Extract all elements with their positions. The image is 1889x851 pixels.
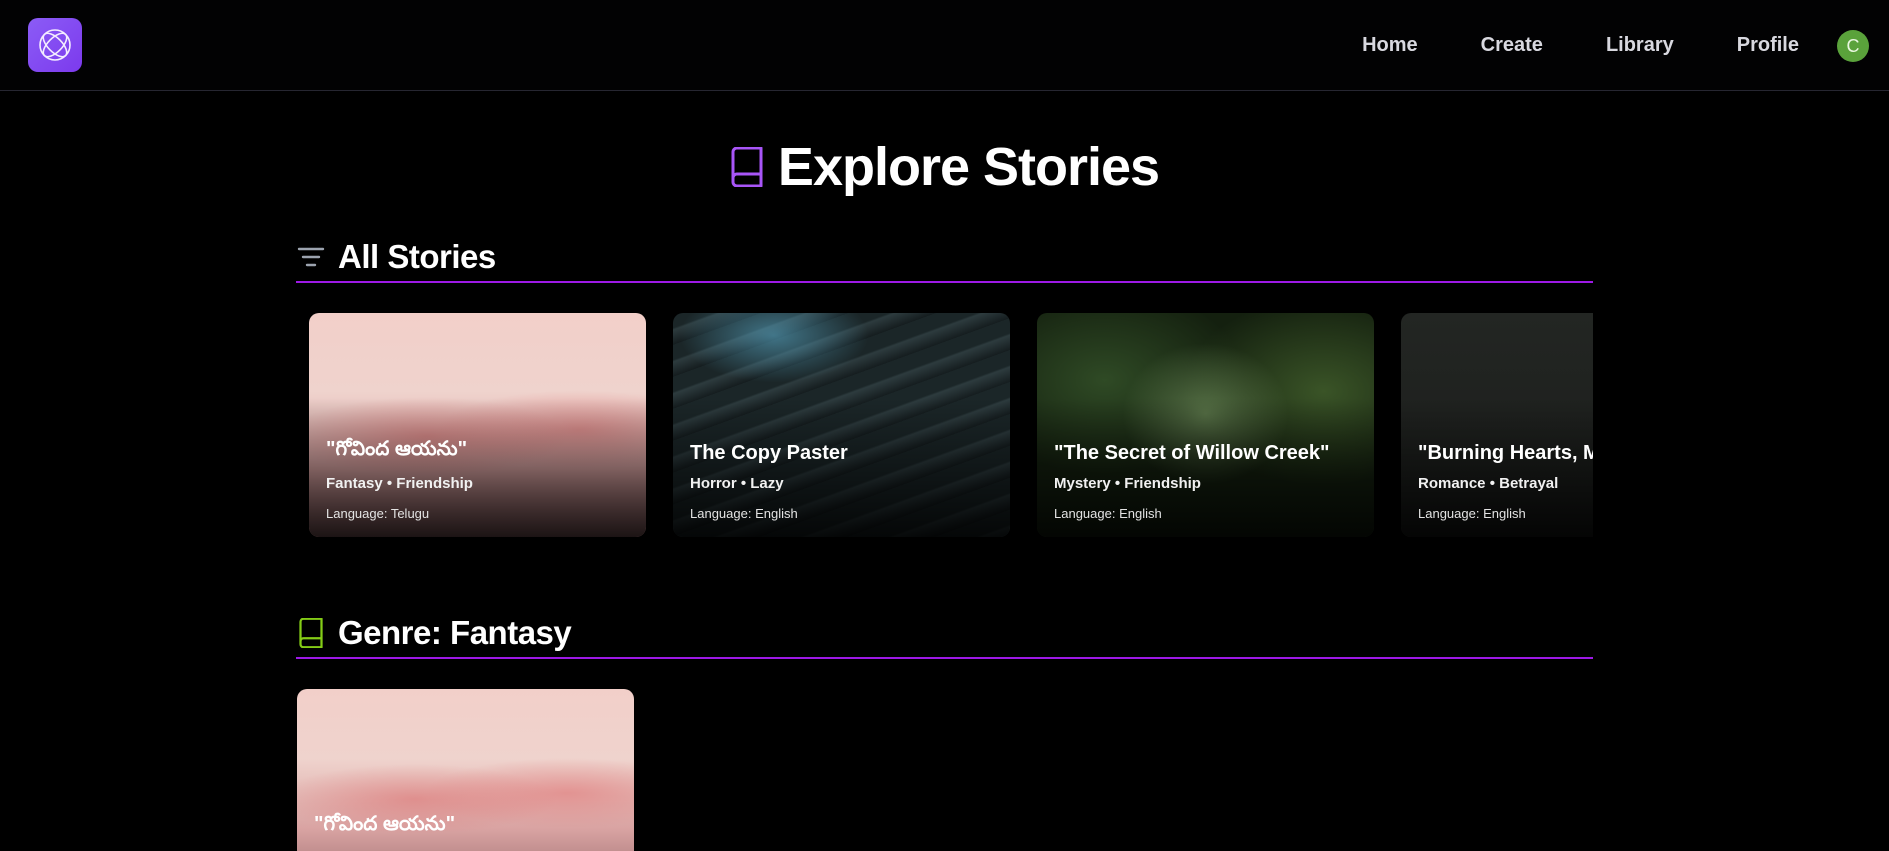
- story-genres: Horror • Lazy: [690, 475, 784, 492]
- card-text: "గోవింద ఆయను": [314, 813, 624, 850]
- story-language: Language: Telugu: [326, 506, 430, 521]
- nav-home-link[interactable]: Home: [1362, 34, 1418, 57]
- section-title: Genre: Fantasy: [338, 614, 572, 651]
- nav-profile-link[interactable]: Profile: [1737, 34, 1799, 57]
- genre-fantasy-card-row: "గోవింద ఆయను": [296, 689, 1593, 851]
- book-icon: [731, 147, 763, 187]
- card-text: "గోవింద ఆయను" Fantasy • Friendship Langu…: [326, 438, 636, 521]
- story-genres: Mystery • Friendship: [1054, 475, 1201, 492]
- main-nav: Home Create Library Profile: [1362, 0, 1799, 91]
- nav-library-link[interactable]: Library: [1606, 34, 1674, 57]
- story-card[interactable]: "గోవింద ఆయను" Fantasy • Friendship Langu…: [309, 313, 646, 537]
- card-text: "The Secret of Willow Creek" Mystery • F…: [1054, 442, 1364, 521]
- page-title-row: Explore Stories: [0, 132, 1889, 202]
- story-card[interactable]: The Copy Paster Horror • Lazy Language: …: [673, 313, 1010, 537]
- nav-create-link[interactable]: Create: [1481, 34, 1543, 57]
- card-text: The Copy Paster Horror • Lazy Language: …: [690, 442, 1000, 521]
- story-card[interactable]: "గోవింద ఆయను": [297, 689, 634, 851]
- story-title: "గోవింద ఆయను": [326, 438, 468, 460]
- all-stories-card-row: "గోవింద ఆయను" Fantasy • Friendship Langu…: [296, 313, 1593, 563]
- book-icon: [299, 618, 323, 648]
- story-title: "గోవింద ఆయను": [314, 813, 456, 835]
- story-language: Language: English: [1054, 506, 1162, 521]
- top-navbar: Home Create Library Profile C: [0, 0, 1889, 91]
- filter-lines-icon: [297, 247, 325, 267]
- story-title: The Copy Paster: [690, 442, 848, 464]
- page-title: Explore Stories: [777, 137, 1160, 197]
- card-text: "Burning Hearts, M Romance • Betrayal La…: [1418, 442, 1593, 521]
- atom-circle-logo-icon: [39, 29, 71, 61]
- section-all-stories-header: All Stories: [296, 233, 1593, 283]
- story-language: Language: English: [1418, 506, 1526, 521]
- story-title: "The Secret of Willow Creek": [1054, 442, 1330, 464]
- story-card[interactable]: "Burning Hearts, M Romance • Betrayal La…: [1401, 313, 1593, 537]
- story-language: Language: English: [690, 506, 798, 521]
- section-title: All Stories: [338, 238, 496, 275]
- section-genre-fantasy-header: Genre: Fantasy: [296, 609, 1593, 659]
- user-avatar[interactable]: C: [1837, 30, 1869, 62]
- story-card[interactable]: "The Secret of Willow Creek" Mystery • F…: [1037, 313, 1374, 537]
- story-title: "Burning Hearts, M: [1418, 442, 1593, 464]
- story-genres: Fantasy • Friendship: [326, 475, 473, 492]
- story-genres: Romance • Betrayal: [1418, 475, 1559, 492]
- app-logo[interactable]: [28, 18, 82, 72]
